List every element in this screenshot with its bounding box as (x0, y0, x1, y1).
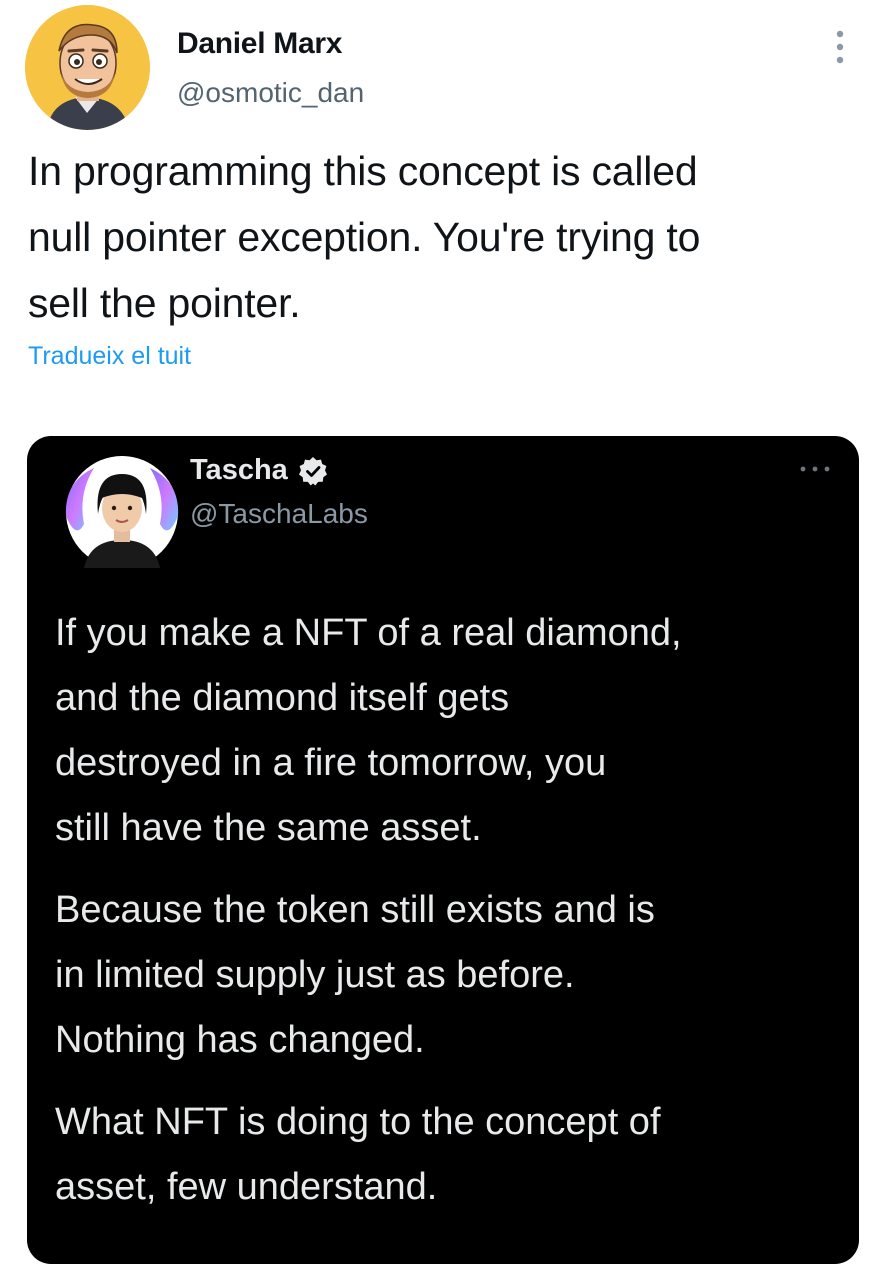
translate-tweet-link[interactable]: Tradueix el tuit (28, 342, 191, 371)
quoted-paragraph: Because the token still exists and is in… (55, 878, 845, 1073)
author-avatar[interactable] (25, 5, 150, 130)
quoted-paragraph: What NFT is doing to the concept of asse… (55, 1090, 845, 1220)
quoted-author-handle[interactable]: @TaschaLabs (190, 498, 368, 530)
quoted-author-avatar[interactable] (54, 444, 190, 580)
tweet-text-line: sell the pointer. (28, 280, 301, 326)
quoted-author-row: Tascha (190, 454, 328, 487)
tweet-text-line: In programming this concept is called (28, 148, 698, 194)
quoted-text-line: still have the same asset. (55, 807, 482, 849)
quoted-text-line: destroyed in a fire tomorrow, you (55, 742, 607, 784)
quoted-text-line: Nothing has changed. (55, 1019, 425, 1061)
quoted-author-name[interactable]: Tascha (190, 454, 288, 487)
quoted-text-line: What NFT is doing to the concept of (55, 1101, 661, 1143)
quoted-text-line: asset, few understand. (55, 1166, 438, 1208)
cartoon-avatar-icon (25, 5, 150, 130)
quoted-tweet-text: If you make a NFT of a real diamond, and… (55, 601, 845, 1237)
portrait-avatar-icon (65, 456, 179, 568)
author-name[interactable]: Daniel Marx (177, 27, 342, 61)
quoted-paragraph: If you make a NFT of a real diamond, and… (55, 601, 845, 861)
more-horizontal-icon[interactable] (797, 462, 833, 476)
tweet-text-line: null pointer exception. You're trying to (28, 214, 701, 260)
tweet-header: Daniel Marx @osmotic_dan (25, 5, 861, 130)
quoted-text-line: and the diamond itself gets (55, 677, 510, 719)
verified-badge-icon (298, 456, 327, 485)
quoted-tweet-card[interactable]: Tascha @TaschaLabs If you make a NFT of … (27, 436, 859, 1264)
quoted-text-line: Because the token still exists and is (55, 889, 655, 931)
author-handle[interactable]: @osmotic_dan (177, 77, 364, 109)
quoted-text-line: If you make a NFT of a real diamond, (55, 612, 682, 654)
more-vertical-icon[interactable] (830, 27, 850, 67)
tweet: Daniel Marx @osmotic_dan In programming … (0, 0, 886, 1280)
tweet-text: In programming this concept is called nu… (28, 138, 868, 336)
quoted-text-line: in limited supply just as before. (55, 954, 575, 996)
